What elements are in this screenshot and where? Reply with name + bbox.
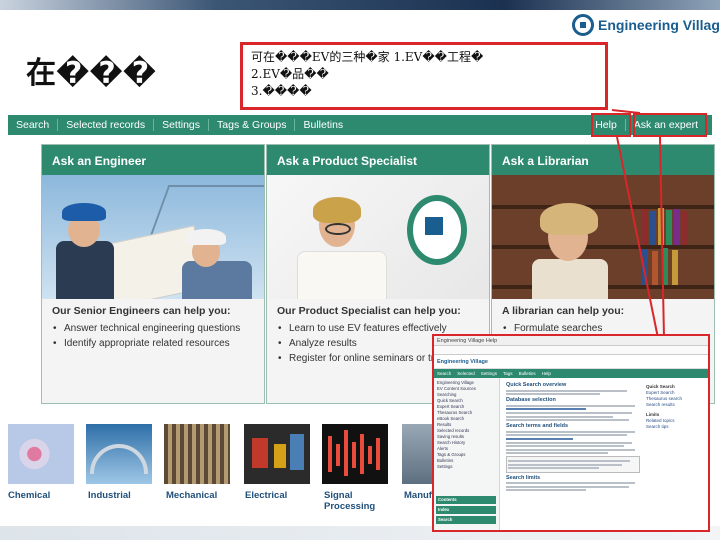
ask-expert-highlight-box [633, 113, 707, 137]
help-page-screenshot: Engineering Village Help Engineering Vil… [432, 334, 710, 532]
help-heading: Quick Search overview [506, 382, 567, 388]
category-label[interactable]: Manuf [404, 490, 432, 501]
panel-title[interactable]: Ask an Engineer [42, 145, 264, 175]
help-subheading: Database selection [506, 397, 556, 404]
help-toc-item[interactable]: Settings [437, 464, 496, 470]
panel-ask-engineer: Ask an Engineer Our Senior Engineers can… [41, 144, 265, 404]
panel-title[interactable]: Ask a Product Specialist [267, 145, 489, 175]
callout-line-2: 2.EV�品�� [251, 67, 329, 81]
nav-selected-records[interactable]: Selected records [58, 119, 155, 131]
help-nav-item[interactable]: Tags [500, 371, 516, 376]
industrial-thumbnail[interactable] [86, 424, 152, 484]
list-item: Identify appropriate related resources [52, 338, 254, 349]
help-logo: Engineering Village [437, 358, 488, 365]
help-subheading: Search limits [506, 474, 541, 481]
category-label[interactable]: Mechanical [166, 490, 217, 501]
help-nav-item[interactable]: Help [539, 371, 554, 376]
callout-line-3: 3.���� [251, 84, 312, 98]
category-label[interactable]: Industrial [88, 490, 131, 501]
help-nav: Search Selected Settings Tags Bulletins … [434, 369, 708, 378]
help-sidebar: Engineering Village EV Content Sources S… [434, 378, 500, 530]
browser-title: Engineering Village Help [434, 336, 708, 346]
help-related-link[interactable]: Search tips [646, 424, 706, 430]
help-subheading: Search terms and fields [506, 423, 569, 430]
logo-icon [572, 14, 594, 36]
chemical-thumbnail[interactable] [8, 424, 74, 484]
help-main-content: Quick Search overview Database selection… [504, 380, 642, 493]
help-related-links: Quick Search Expert Search Thesaurus sea… [646, 380, 706, 430]
panel-lead: Our Senior Engineers can help you: [52, 305, 231, 317]
list-item: Answer technical engineering questions [52, 323, 254, 334]
manufacturing-thumbnail[interactable] [402, 424, 432, 484]
logo-text: Engineering Village [598, 17, 720, 33]
help-nav-item[interactable]: Settings [478, 371, 500, 376]
browser-url[interactable] [434, 346, 708, 355]
nav-tags-groups[interactable]: Tags & Groups [209, 119, 296, 131]
list-item: Learn to use EV features effectively [277, 323, 479, 334]
nav-search[interactable]: Search [8, 119, 59, 131]
panel-title[interactable]: Ask a Librarian [492, 145, 714, 175]
callout-box: 可在���EV的三种�家 1.EV��工程� 2.EV�品�� 3.���� [240, 42, 608, 110]
category-label[interactable]: Signal Processing [324, 490, 375, 512]
top-decorative-bar [0, 0, 720, 10]
help-related-link[interactable]: Search results [646, 402, 706, 408]
help-nav-item[interactable]: Search [434, 371, 454, 376]
help-index-button[interactable]: Index [436, 506, 496, 514]
engineers-photo [42, 175, 264, 299]
engineering-village-logo: Engineering Village [572, 12, 720, 38]
help-nav-item[interactable]: Selected [454, 371, 478, 376]
help-contents-button[interactable]: Contents [436, 496, 496, 504]
help-nav-item[interactable]: Bulletins [516, 371, 539, 376]
mechanical-thumbnail[interactable] [164, 424, 230, 484]
callout-line-1: 可在���EV的三种�家 1.EV��工程� [251, 50, 484, 64]
panel-lead: A librarian can help you: [502, 305, 625, 317]
help-search-button[interactable]: Search [436, 516, 496, 524]
list-item: Formulate searches [502, 323, 704, 334]
slide: 在��� Engineering Village 可在���EV的三种�家 1.… [0, 0, 720, 540]
electrical-thumbnail[interactable] [244, 424, 310, 484]
librarian-photo [492, 175, 714, 299]
slide-title: 在��� [26, 56, 157, 91]
panel-lead: Our Product Specialist can help you: [277, 305, 461, 317]
nav-settings[interactable]: Settings [154, 119, 210, 131]
category-label[interactable]: Chemical [8, 490, 50, 501]
help-highlight-box [591, 113, 631, 137]
category-label[interactable]: Electrical [245, 490, 287, 501]
signal-processing-thumbnail[interactable] [322, 424, 388, 484]
nav-bulletins[interactable]: Bulletins [295, 119, 351, 131]
product-specialist-photo [267, 175, 489, 299]
